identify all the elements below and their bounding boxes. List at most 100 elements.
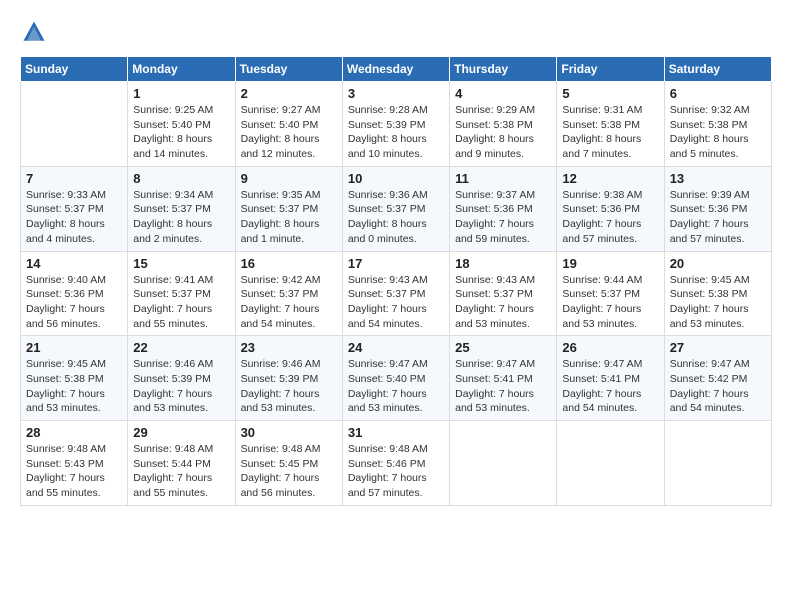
calendar-cell: 6 Sunrise: 9:32 AM Sunset: 5:38 PM Daylig…	[664, 82, 771, 167]
day-info: Sunrise: 9:45 AM Sunset: 5:38 PM Dayligh…	[26, 357, 122, 416]
day-number: 17	[348, 256, 444, 271]
day-info: Sunrise: 9:27 AM Sunset: 5:40 PM Dayligh…	[241, 103, 337, 162]
day-info: Sunrise: 9:47 AM Sunset: 5:40 PM Dayligh…	[348, 357, 444, 416]
calendar-cell: 4 Sunrise: 9:29 AM Sunset: 5:38 PM Daylig…	[450, 82, 557, 167]
calendar-cell: 30 Sunrise: 9:48 AM Sunset: 5:45 PM Dayli…	[235, 421, 342, 506]
day-number: 11	[455, 171, 551, 186]
week-row-1: 1 Sunrise: 9:25 AM Sunset: 5:40 PM Daylig…	[21, 82, 772, 167]
calendar-cell: 15 Sunrise: 9:41 AM Sunset: 5:37 PM Dayli…	[128, 251, 235, 336]
day-info: Sunrise: 9:42 AM Sunset: 5:37 PM Dayligh…	[241, 273, 337, 332]
day-info: Sunrise: 9:46 AM Sunset: 5:39 PM Dayligh…	[241, 357, 337, 416]
day-number: 21	[26, 340, 122, 355]
calendar-cell: 13 Sunrise: 9:39 AM Sunset: 5:36 PM Dayli…	[664, 166, 771, 251]
col-saturday: Saturday	[664, 57, 771, 82]
calendar-cell: 28 Sunrise: 9:48 AM Sunset: 5:43 PM Dayli…	[21, 421, 128, 506]
calendar-cell: 12 Sunrise: 9:38 AM Sunset: 5:36 PM Dayli…	[557, 166, 664, 251]
day-number: 30	[241, 425, 337, 440]
col-thursday: Thursday	[450, 57, 557, 82]
week-row-3: 14 Sunrise: 9:40 AM Sunset: 5:36 PM Dayli…	[21, 251, 772, 336]
calendar-cell	[557, 421, 664, 506]
day-info: Sunrise: 9:47 AM Sunset: 5:41 PM Dayligh…	[562, 357, 658, 416]
logo	[20, 18, 52, 46]
day-info: Sunrise: 9:47 AM Sunset: 5:41 PM Dayligh…	[455, 357, 551, 416]
day-info: Sunrise: 9:47 AM Sunset: 5:42 PM Dayligh…	[670, 357, 766, 416]
calendar-cell: 17 Sunrise: 9:43 AM Sunset: 5:37 PM Dayli…	[342, 251, 449, 336]
day-number: 26	[562, 340, 658, 355]
day-info: Sunrise: 9:45 AM Sunset: 5:38 PM Dayligh…	[670, 273, 766, 332]
calendar-cell: 14 Sunrise: 9:40 AM Sunset: 5:36 PM Dayli…	[21, 251, 128, 336]
day-number: 23	[241, 340, 337, 355]
day-number: 22	[133, 340, 229, 355]
day-number: 8	[133, 171, 229, 186]
col-friday: Friday	[557, 57, 664, 82]
day-number: 12	[562, 171, 658, 186]
day-number: 16	[241, 256, 337, 271]
calendar-cell: 25 Sunrise: 9:47 AM Sunset: 5:41 PM Dayli…	[450, 336, 557, 421]
day-number: 7	[26, 171, 122, 186]
week-row-4: 21 Sunrise: 9:45 AM Sunset: 5:38 PM Dayli…	[21, 336, 772, 421]
day-number: 24	[348, 340, 444, 355]
col-monday: Monday	[128, 57, 235, 82]
calendar-cell: 8 Sunrise: 9:34 AM Sunset: 5:37 PM Daylig…	[128, 166, 235, 251]
day-number: 15	[133, 256, 229, 271]
week-row-2: 7Sunrise: 9:33 AM Sunset: 5:37 PM Daylig…	[21, 166, 772, 251]
day-info: Sunrise: 9:36 AM Sunset: 5:37 PM Dayligh…	[348, 188, 444, 247]
page: Sunday Monday Tuesday Wednesday Thursday…	[0, 0, 792, 612]
calendar-cell	[450, 421, 557, 506]
day-number: 14	[26, 256, 122, 271]
calendar-cell: 26 Sunrise: 9:47 AM Sunset: 5:41 PM Dayli…	[557, 336, 664, 421]
calendar-cell: 24 Sunrise: 9:47 AM Sunset: 5:40 PM Dayli…	[342, 336, 449, 421]
day-info: Sunrise: 9:41 AM Sunset: 5:37 PM Dayligh…	[133, 273, 229, 332]
calendar-cell: 5 Sunrise: 9:31 AM Sunset: 5:38 PM Daylig…	[557, 82, 664, 167]
day-number: 20	[670, 256, 766, 271]
day-number: 28	[26, 425, 122, 440]
calendar-cell: 20 Sunrise: 9:45 AM Sunset: 5:38 PM Dayli…	[664, 251, 771, 336]
day-info: Sunrise: 9:25 AM Sunset: 5:40 PM Dayligh…	[133, 103, 229, 162]
day-number: 4	[455, 86, 551, 101]
calendar-cell: 29Sunrise: 9:48 AM Sunset: 5:44 PM Dayli…	[128, 421, 235, 506]
day-info: Sunrise: 9:46 AM Sunset: 5:39 PM Dayligh…	[133, 357, 229, 416]
col-wednesday: Wednesday	[342, 57, 449, 82]
day-info: Sunrise: 9:34 AM Sunset: 5:37 PM Dayligh…	[133, 188, 229, 247]
calendar-cell: 1 Sunrise: 9:25 AM Sunset: 5:40 PM Daylig…	[128, 82, 235, 167]
calendar-cell: 27 Sunrise: 9:47 AM Sunset: 5:42 PM Dayli…	[664, 336, 771, 421]
header	[20, 18, 772, 46]
calendar-cell: 2Sunrise: 9:27 AM Sunset: 5:40 PM Daylig…	[235, 82, 342, 167]
day-number: 25	[455, 340, 551, 355]
day-info: Sunrise: 9:35 AM Sunset: 5:37 PM Dayligh…	[241, 188, 337, 247]
day-number: 9	[241, 171, 337, 186]
day-info: Sunrise: 9:38 AM Sunset: 5:36 PM Dayligh…	[562, 188, 658, 247]
day-number: 6	[670, 86, 766, 101]
day-info: Sunrise: 9:48 AM Sunset: 5:46 PM Dayligh…	[348, 442, 444, 501]
day-info: Sunrise: 9:31 AM Sunset: 5:38 PM Dayligh…	[562, 103, 658, 162]
calendar-cell: 22 Sunrise: 9:46 AM Sunset: 5:39 PM Dayli…	[128, 336, 235, 421]
calendar-cell: 31 Sunrise: 9:48 AM Sunset: 5:46 PM Dayli…	[342, 421, 449, 506]
day-info: Sunrise: 9:29 AM Sunset: 5:38 PM Dayligh…	[455, 103, 551, 162]
calendar-header: Sunday Monday Tuesday Wednesday Thursday…	[21, 57, 772, 82]
day-info: Sunrise: 9:48 AM Sunset: 5:44 PM Dayligh…	[133, 442, 229, 501]
calendar-cell: 3Sunrise: 9:28 AM Sunset: 5:39 PM Daylig…	[342, 82, 449, 167]
calendar-cell: 19Sunrise: 9:44 AM Sunset: 5:37 PM Dayli…	[557, 251, 664, 336]
day-number: 3	[348, 86, 444, 101]
day-info: Sunrise: 9:40 AM Sunset: 5:36 PM Dayligh…	[26, 273, 122, 332]
day-number: 1	[133, 86, 229, 101]
day-info: Sunrise: 9:44 AM Sunset: 5:37 PM Dayligh…	[562, 273, 658, 332]
day-number: 13	[670, 171, 766, 186]
calendar-cell: 11 Sunrise: 9:37 AM Sunset: 5:36 PM Dayli…	[450, 166, 557, 251]
week-row-5: 28 Sunrise: 9:48 AM Sunset: 5:43 PM Dayli…	[21, 421, 772, 506]
day-info: Sunrise: 9:39 AM Sunset: 5:36 PM Dayligh…	[670, 188, 766, 247]
calendar-cell: 16 Sunrise: 9:42 AM Sunset: 5:37 PM Dayli…	[235, 251, 342, 336]
day-info: Sunrise: 9:37 AM Sunset: 5:36 PM Dayligh…	[455, 188, 551, 247]
day-number: 27	[670, 340, 766, 355]
day-info: Sunrise: 9:43 AM Sunset: 5:37 PM Dayligh…	[348, 273, 444, 332]
day-number: 5	[562, 86, 658, 101]
day-info: Sunrise: 9:48 AM Sunset: 5:45 PM Dayligh…	[241, 442, 337, 501]
day-info: Sunrise: 9:48 AM Sunset: 5:43 PM Dayligh…	[26, 442, 122, 501]
day-info: Sunrise: 9:32 AM Sunset: 5:38 PM Dayligh…	[670, 103, 766, 162]
logo-icon	[20, 18, 48, 46]
header-row: Sunday Monday Tuesday Wednesday Thursday…	[21, 57, 772, 82]
calendar-cell: 7Sunrise: 9:33 AM Sunset: 5:37 PM Daylig…	[21, 166, 128, 251]
calendar-body: 1 Sunrise: 9:25 AM Sunset: 5:40 PM Daylig…	[21, 82, 772, 506]
calendar-cell: 18Sunrise: 9:43 AM Sunset: 5:37 PM Dayli…	[450, 251, 557, 336]
day-number: 31	[348, 425, 444, 440]
